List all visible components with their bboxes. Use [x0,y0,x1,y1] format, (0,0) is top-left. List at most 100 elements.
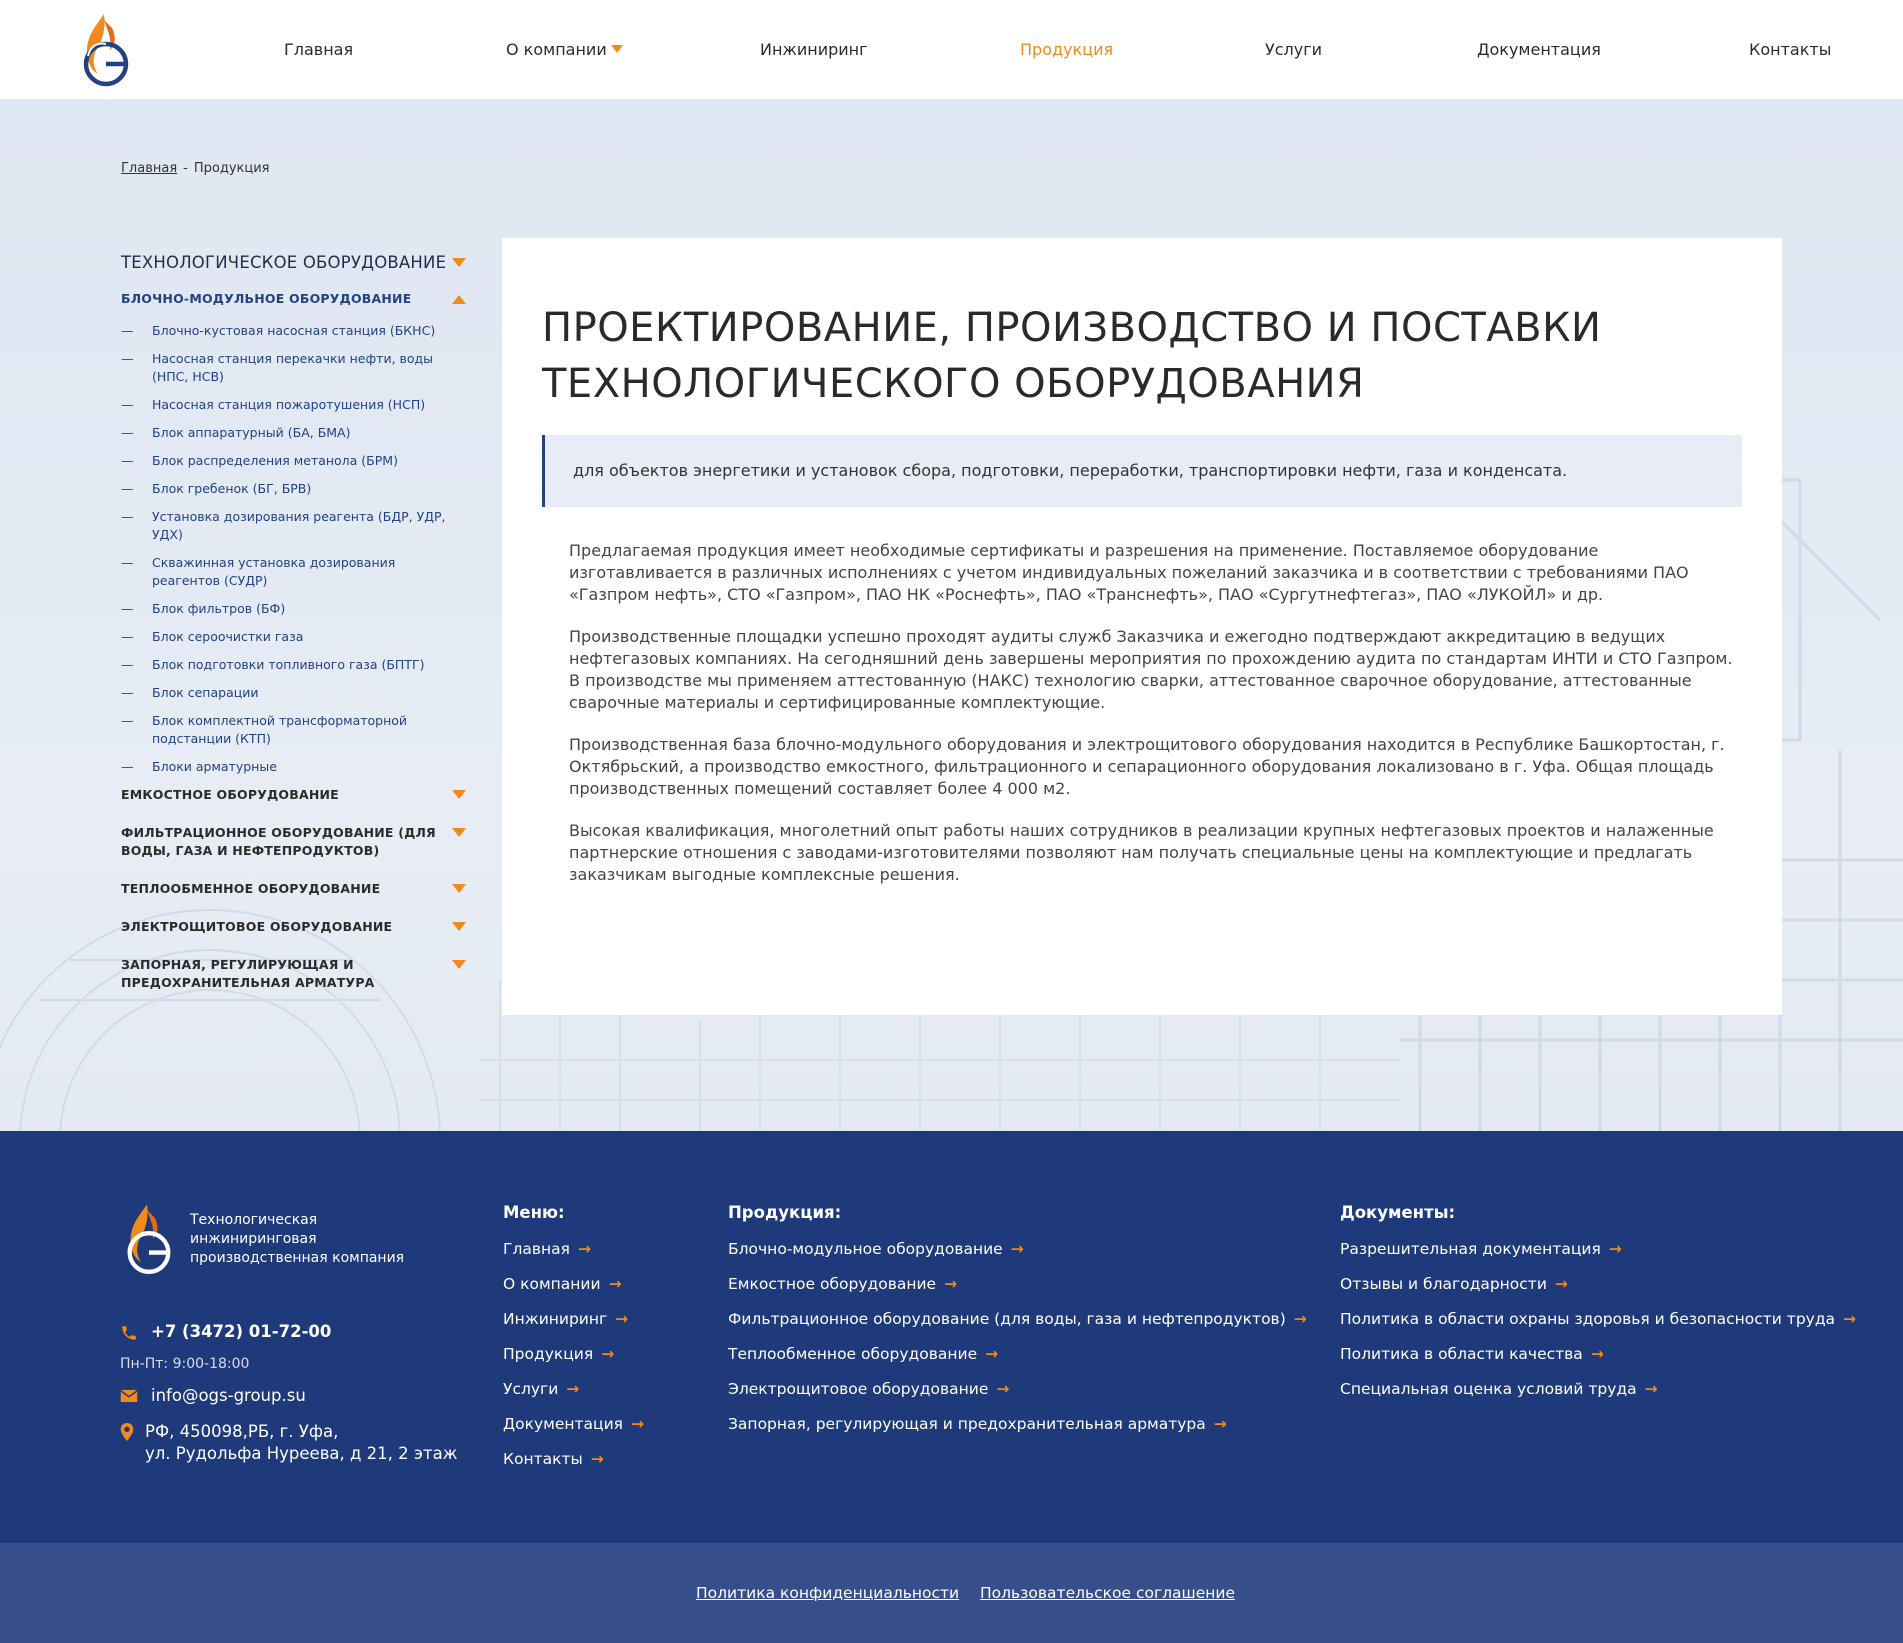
footer-link[interactable]: Услуги → [503,1380,644,1399]
footer-link[interactable]: Отзывы и благодарности → [1340,1275,1856,1294]
nav-item-products[interactable]: Продукция [1020,40,1113,59]
sidebar-category-filtration[interactable]: ФИЛЬТРАЦИОННОЕ ОБОРУДОВАНИЕ (ДЛЯ ВОДЫ, Г… [121,824,466,860]
caret-down-icon[interactable] [452,258,466,267]
sidebar-item[interactable]: — Блок сепарации [121,684,466,702]
dash-marker: — [121,397,134,412]
sidebar-item[interactable]: — Блок фильтров (БФ) [121,600,466,618]
sidebar-item-label: Блок фильтров (БФ) [152,601,286,616]
nav-item-engineering[interactable]: Инжиниринг [760,40,868,59]
footer-link-label: О компании [503,1275,601,1293]
dash-marker: — [121,323,134,338]
footer-link[interactable]: Продукция → [503,1345,644,1364]
footer-link[interactable]: Специальная оценка условий труда → [1340,1380,1856,1399]
sidebar-item[interactable]: — Блок комплектной трансформаторной подст… [121,712,466,748]
caret-down-icon[interactable] [452,790,466,799]
phone-icon [122,1326,136,1340]
breadcrumb-home-link[interactable]: Главная [121,161,177,176]
sidebar-item-label: Блоки арматурные [152,759,277,774]
footer-link[interactable]: Фильтрационное оборудование (для воды, г… [728,1310,1307,1329]
footer-phone[interactable]: +7 (3472) 01-72-00 [120,1322,331,1341]
lead-callout: для объектов энергетики и установок сбор… [542,435,1742,507]
arrow-right-icon: → [577,1240,591,1258]
sidebar-item-label: Блок распределения метанола (БРМ) [152,453,398,468]
sidebar-category-tank[interactable]: ЕМКОСТНОЕ ОБОРУДОВАНИЕ [121,786,466,804]
footer-documents-column: Документы: Разрешительная документация → … [1340,1203,1856,1415]
footer-link-label: Инжиниринг [503,1310,608,1328]
footer-link[interactable]: Политика в области охраны здоровья и без… [1340,1310,1856,1329]
nav-item-home[interactable]: Главная [284,40,353,59]
sidebar-item[interactable]: — Блок аппаратурный (БА, БМА) [121,424,466,442]
footer-link[interactable]: Электрощитовое оборудование → [728,1380,1307,1399]
sidebar-section-title: ТЕХНОЛОГИЧЕСКОЕ ОБОРУДОВАНИЕ [121,253,447,272]
footer-link[interactable]: Контакты → [503,1450,644,1469]
footer-email[interactable]: info@ogs-group.su [120,1386,306,1405]
sidebar-item-label: Блок комплектной трансформаторной подста… [152,713,408,746]
site-header: Главная О компании Инжиниринг Продукция … [0,0,1903,100]
paragraph: Высокая квалификация, многолетний опыт р… [569,821,1714,884]
footer-link-label: Теплообменное оборудование [728,1345,978,1363]
footer-hours: Пн-Пт: 9:00-18:00 [120,1356,250,1372]
dash-marker: — [121,685,134,700]
footer-link[interactable]: О компании → [503,1275,644,1294]
footer-link-label: Политика в области охраны здоровья и без… [1340,1310,1836,1328]
caret-down-icon[interactable] [452,828,466,837]
content-body: Предлагаемая продукция имеет необходимые… [569,540,1739,906]
footer-link[interactable]: Запорная, регулирующая и предохранительн… [728,1415,1307,1434]
nav-item-services[interactable]: Услуги [1265,40,1322,59]
footer-link-label: Специальная оценка условий труда [1340,1380,1637,1398]
footer-link[interactable]: Политика в области качества → [1340,1345,1856,1364]
sidebar-item[interactable]: — Блок распределения метанола (БРМ) [121,452,466,470]
sidebar-item[interactable]: — Скважинная установка дозирования реаген… [121,554,466,590]
breadcrumb-separator: - [183,161,188,176]
caret-down-icon[interactable] [452,884,466,893]
footer-link-label: Документация [503,1415,623,1433]
nav-item-contacts[interactable]: Контакты [1749,40,1831,59]
caret-up-icon[interactable] [452,295,466,304]
content-card: ПРОЕКТИРОВАНИЕ, ПРОИЗВОДСТВО И ПОСТАВКИ … [502,238,1782,1015]
sidebar-item[interactable]: — Блок подготовки топливного газа (БПТГ) [121,656,466,674]
footer-address: РФ, 450098,РБ, г. Уфа, ул. Рудольфа Нуре… [120,1421,458,1465]
sidebar-subsection-block-modular[interactable]: БЛОЧНО-МОДУЛЬНОЕ ОБОРУДОВАНИЕ [121,291,466,311]
footer-link[interactable]: Разрешительная документация → [1340,1240,1856,1259]
caret-down-icon[interactable] [452,960,466,969]
footer-link[interactable]: Главная → [503,1240,644,1259]
footer-products-title: Продукция: [728,1203,842,1222]
sidebar-category-valves[interactable]: ЗАПОРНАЯ, РЕГУЛИРУЮЩАЯ И ПРЕДОХРАНИТЕЛЬН… [121,956,466,992]
location-pin-icon [120,1423,134,1441]
sidebar-item-label: Блок аппаратурный (БА, БМА) [152,425,351,440]
nav-item-about[interactable]: О компании [506,40,623,59]
footer-link[interactable]: Инжиниринг → [503,1310,644,1329]
sidebar-section-technological[interactable]: ТЕХНОЛОГИЧЕСКОЕ ОБОРУДОВАНИЕ [121,253,466,279]
sidebar-item[interactable]: — Установка дозирования реагента (БДР, УД… [121,508,466,544]
sidebar-item[interactable]: — Блок гребенок (БГ, БРВ) [121,480,466,498]
sidebar-item[interactable]: — Блочно-кустовая насосная станция (БКНС) [121,322,466,340]
sidebar-item[interactable]: — Блоки арматурные [121,758,466,776]
arrow-right-icon: → [1213,1415,1227,1433]
caret-down-icon[interactable] [452,922,466,931]
main-nav: Главная О компании Инжиниринг Продукция … [0,0,1903,100]
sidebar-item[interactable]: — Блок сероочистки газа [121,628,466,646]
sidebar-category-label: ЕМКОСТНОЕ ОБОРУДОВАНИЕ [121,787,339,802]
nav-item-documentation[interactable]: Документация [1477,40,1601,59]
nav-item-about-label: О компании [506,40,607,59]
footer-link[interactable]: Теплообменное оборудование → [728,1345,1307,1364]
sidebar-item[interactable]: — Насосная станция пожаротушения (НСП) [121,396,466,414]
footer-link-label: Услуги [503,1380,559,1398]
footer-link-label: Контакты [503,1450,583,1468]
dash-marker: — [121,629,134,644]
breadcrumb: Главная - Продукция [121,161,270,176]
sidebar-item[interactable]: — Насосная станция перекачки нефти, воды … [121,350,466,386]
footer-link[interactable]: Документация → [503,1415,644,1434]
privacy-policy-link[interactable]: Политика конфиденциальности [696,1584,959,1602]
arrow-right-icon: → [566,1380,580,1398]
sidebar-category-electrical[interactable]: ЭЛЕКТРОЩИТОВОЕ ОБОРУДОВАНИЕ [121,918,466,936]
footer-link-label: Запорная, регулирующая и предохранительн… [728,1415,1206,1433]
footer-link-label: Разрешительная документация [1340,1240,1601,1258]
footer-link[interactable]: Блочно-модульное оборудование → [728,1240,1307,1259]
footer-link[interactable]: Емкостное оборудование → [728,1275,1307,1294]
sidebar-product-list: — Блочно-кустовая насосная станция (БКНС)… [121,322,466,776]
user-agreement-link[interactable]: Пользовательское соглашение [980,1584,1235,1602]
sidebar-category-heat-exchange[interactable]: ТЕПЛООБМЕННОЕ ОБОРУДОВАНИЕ [121,880,466,898]
logo-flame-icon[interactable] [120,1200,176,1278]
arrow-right-icon: → [608,1275,622,1293]
